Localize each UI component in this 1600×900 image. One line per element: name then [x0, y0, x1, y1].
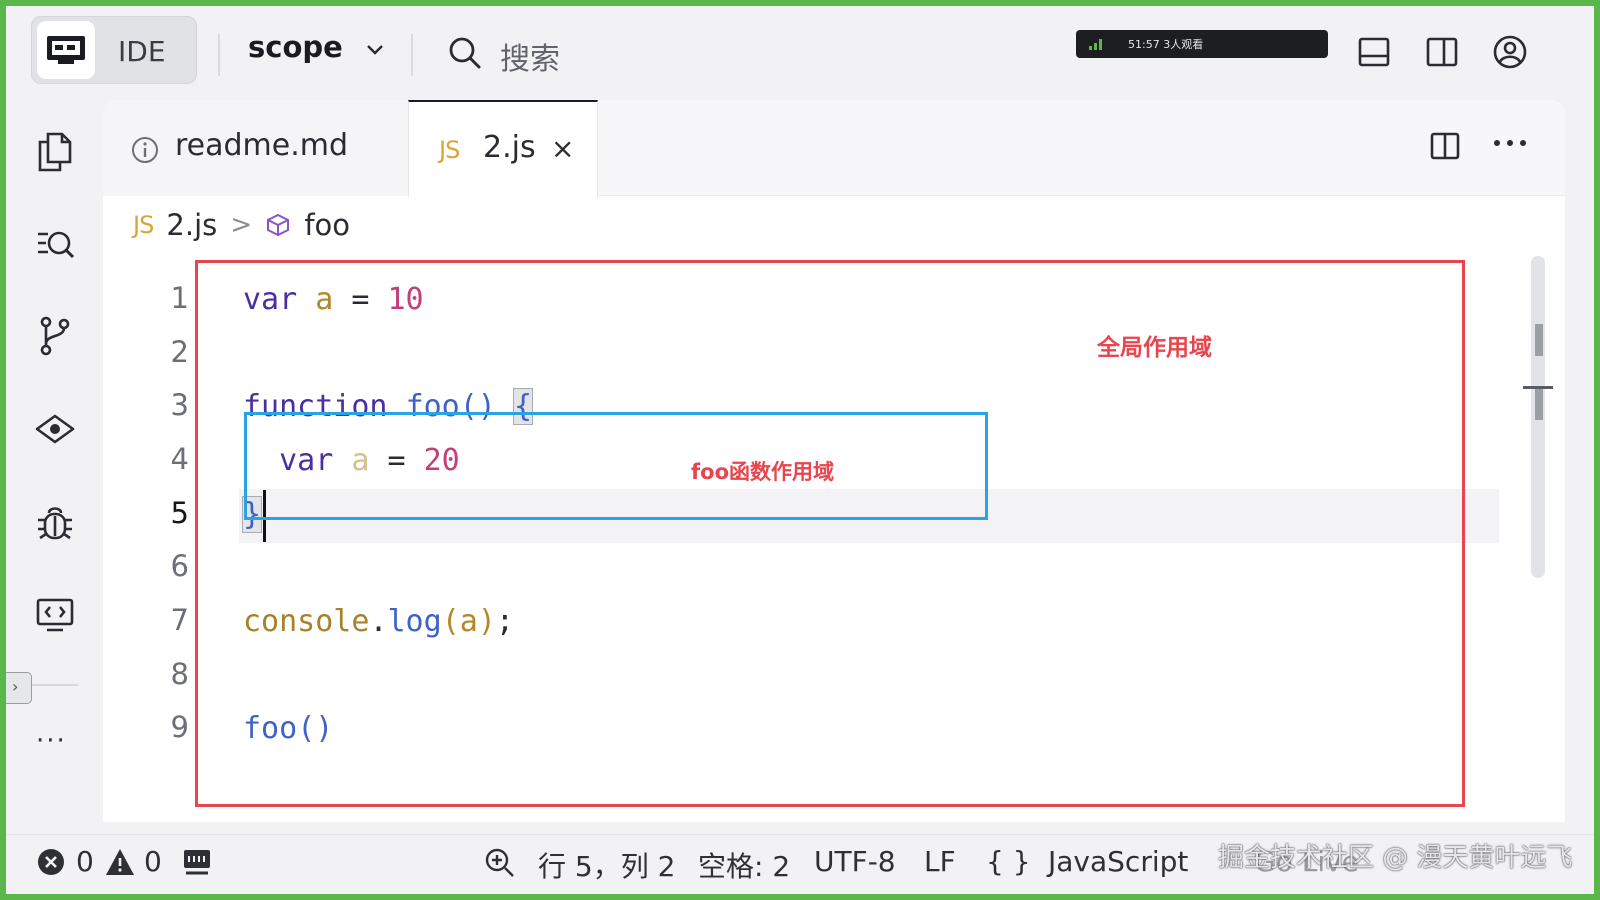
error-icon[interactable]: [36, 847, 66, 877]
tab-bar: readme.md JS 2.js ×: [103, 100, 1565, 197]
expand-sidebar-button[interactable]: ›: [6, 672, 32, 704]
debug-icon[interactable]: [34, 502, 76, 544]
top-bar: IDE scope 搜索 51:57 3人观看: [6, 6, 1594, 100]
symbol-method-icon: [267, 213, 290, 237]
app-window: IDE scope 搜索 51:57 3人观看 › ··· readme.md …: [0, 0, 1600, 900]
live-status: 51:57 3人观看: [1128, 36, 1203, 52]
live-time: 51:57: [1128, 38, 1160, 51]
zoom-icon[interactable]: [484, 847, 516, 879]
status-bar: 0 0 行 5，列 2 空格: 2 UTF-8 LF { } JavaScrip…: [6, 834, 1594, 894]
line-number-current: 5: [170, 496, 189, 530]
explorer-icon[interactable]: [34, 130, 76, 172]
global-scope-box: [195, 260, 1465, 807]
signal-icon: [1089, 39, 1102, 50]
preview-eye-icon[interactable]: [34, 408, 76, 450]
activity-bar: › ···: [6, 100, 102, 840]
line-number: 2: [170, 335, 189, 369]
tab-label: 2.js: [483, 130, 536, 165]
info-icon: [132, 137, 158, 163]
close-icon[interactable]: ×: [551, 132, 574, 165]
divider: [411, 34, 413, 76]
chevron-down-icon[interactable]: [366, 44, 384, 56]
search-label: 搜索: [500, 42, 560, 77]
search-icon: [449, 37, 481, 69]
line-number: 8: [170, 657, 189, 691]
warning-icon[interactable]: [104, 847, 136, 877]
encoding[interactable]: UTF-8: [814, 845, 896, 878]
error-count[interactable]: 0: [76, 845, 94, 878]
line-number: 7: [170, 603, 189, 637]
breadcrumb-file[interactable]: 2.js: [166, 208, 217, 242]
chevron-right-icon: ›: [12, 677, 19, 696]
account-icon[interactable]: [1492, 34, 1528, 70]
scrollbar-marker: [1535, 388, 1543, 420]
indentation[interactable]: 空格: 2: [698, 845, 790, 885]
tab-2-js[interactable]: JS 2.js ×: [408, 100, 598, 197]
divider: [32, 684, 78, 686]
breadcrumb-symbol[interactable]: foo: [304, 208, 350, 242]
ide-label: IDE: [118, 35, 166, 68]
line-number: 3: [170, 388, 189, 422]
project-selector[interactable]: scope: [248, 30, 343, 74]
breadcrumb-separator: >: [230, 210, 253, 240]
breadcrumb: JS 2.js > foo: [133, 208, 350, 248]
foo-scope-label: foo函数作用域: [691, 460, 834, 484]
scrollbar-marker: [1535, 324, 1543, 356]
line-number: 6: [170, 549, 189, 583]
source-control-icon[interactable]: [34, 314, 76, 356]
ide-switcher[interactable]: IDE: [31, 16, 197, 84]
foo-scope-box: [244, 412, 988, 520]
language-mode[interactable]: JavaScript: [1048, 845, 1188, 878]
warning-count[interactable]: 0: [144, 845, 162, 878]
toggle-sidebar-icon[interactable]: [1424, 34, 1460, 70]
js-file-icon: JS: [439, 136, 460, 164]
toggle-panel-icon[interactable]: [1356, 34, 1392, 70]
divider: [218, 34, 220, 76]
more-icon[interactable]: ···: [36, 726, 67, 756]
global-scope-label: 全局作用域: [1097, 335, 1212, 361]
line-number: 9: [170, 710, 189, 744]
language-braces[interactable]: { }: [986, 845, 1031, 878]
remote-explorer-icon[interactable]: [34, 594, 76, 636]
terminal-icon[interactable]: [182, 847, 212, 877]
cursor-position[interactable]: 行 5，列 2: [538, 845, 675, 885]
more-actions-icon[interactable]: [1493, 138, 1527, 148]
live-viewers: 3人观看: [1163, 38, 1204, 51]
js-file-icon: JS: [133, 211, 154, 239]
line-number: 4: [170, 442, 189, 476]
editor-panel: readme.md JS 2.js × JS 2.js > foo 1 2 3 …: [103, 100, 1565, 822]
search-files-icon[interactable]: [34, 222, 76, 264]
scroll-position-indicator: [1523, 386, 1553, 389]
tab-readme[interactable]: readme.md: [103, 100, 408, 196]
live-stream-badge: 51:57 3人观看: [1076, 30, 1328, 58]
line-number: 1: [170, 281, 189, 315]
watermark: 掘金技术社区 @ 漫天黄叶远飞: [1218, 843, 1573, 873]
line-endings[interactable]: LF: [924, 845, 956, 878]
ide-logo-icon: [37, 21, 95, 79]
tab-label: readme.md: [175, 128, 349, 163]
split-editor-icon[interactable]: [1429, 130, 1461, 162]
